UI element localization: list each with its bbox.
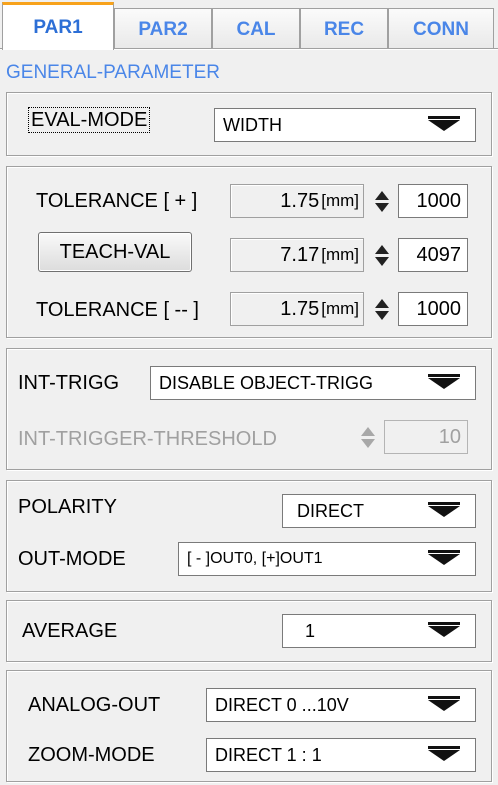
chevron-down-icon[interactable]: [413, 689, 475, 721]
average-value: 1: [305, 620, 316, 641]
tab-label: REC: [323, 18, 365, 40]
zoom-mode-label: ZOOM-MODE: [28, 744, 155, 766]
chevron-down-icon[interactable]: [413, 615, 475, 647]
tolerance-plus-readout: 1.75 [mm]: [230, 184, 364, 218]
chevron-down-icon[interactable]: [413, 543, 475, 575]
teach-spinner-icon[interactable]: [374, 238, 390, 272]
int-trigg-select[interactable]: DISABLE OBJECT-TRIGG: [150, 366, 476, 400]
unit-label: [mm]: [321, 299, 359, 318]
unit-label: [mm]: [321, 245, 359, 264]
teach-readout: 7.17 [mm]: [230, 238, 364, 272]
analog-out-label: ANALOG-OUT: [28, 694, 161, 716]
teach-val-button[interactable]: TEACH-VAL: [38, 232, 192, 272]
tab-par2[interactable]: PAR2: [114, 8, 212, 50]
tab-label: PAR2: [138, 18, 188, 40]
unit-label: [mm]: [321, 191, 359, 210]
int-trigg-label: INT-TRIGG: [18, 372, 120, 394]
out-mode-label: OUT-MODE: [18, 548, 126, 570]
out-mode-value: [ - ]OUT0, [+]OUT1: [187, 550, 323, 567]
teach-val-button-label: TEACH-VAL: [59, 240, 171, 263]
zoom-mode-select[interactable]: DIRECT 1 : 1: [206, 738, 476, 772]
eval-mode-select[interactable]: WIDTH: [214, 108, 476, 142]
analog-out-select[interactable]: DIRECT 0 ...10V: [206, 688, 476, 722]
analog-out-value: DIRECT 0 ...10V: [215, 694, 349, 715]
average-select[interactable]: 1: [282, 614, 476, 648]
tab-label: PAR1: [33, 16, 83, 38]
tab-conn[interactable]: CONN: [388, 8, 494, 50]
polarity-value: DIRECT: [297, 500, 364, 521]
eval-mode-label: EVAL-MODE: [28, 107, 151, 133]
tab-rec[interactable]: REC: [300, 8, 388, 50]
tab-cal[interactable]: CAL: [212, 8, 300, 50]
chevron-down-icon[interactable]: [413, 367, 475, 399]
int-trigg-value: DISABLE OBJECT-TRIGG: [159, 372, 374, 393]
eval-mode-label-text: EVAL-MODE: [28, 107, 151, 133]
out-mode-select[interactable]: [ - ]OUT0, [+]OUT1: [178, 542, 476, 576]
chevron-down-icon[interactable]: [413, 109, 475, 141]
tab-label: CAL: [236, 18, 276, 40]
tolerance-minus-readout: 1.75 [mm]: [230, 292, 364, 326]
polarity-select[interactable]: DIRECT: [282, 494, 476, 528]
chevron-down-icon[interactable]: [413, 495, 475, 527]
eval-mode-value: WIDTH: [223, 114, 282, 135]
teach-value: 7.17: [280, 243, 320, 266]
average-label: AVERAGE: [22, 620, 118, 642]
polarity-label: POLARITY: [18, 496, 117, 518]
zoom-mode-value: DIRECT 1 : 1: [215, 744, 322, 765]
tolerance-minus-raw-input[interactable]: 1000: [398, 292, 468, 326]
int-trigger-threshold-label: INT-TRIGGER-THRESHOLD: [18, 428, 277, 450]
int-trigger-threshold-input: 10: [384, 420, 468, 454]
tolerance-minus-label: TOLERANCE [ -- ]: [36, 299, 199, 321]
tolerance-minus-value: 1.75: [280, 297, 320, 320]
chevron-down-icon[interactable]: [413, 739, 475, 771]
tolerance-minus-spinner-icon[interactable]: [374, 292, 390, 326]
tolerance-plus-raw-input[interactable]: 1000: [398, 184, 468, 218]
tab-par1[interactable]: PAR1: [2, 2, 114, 50]
tab-label: CONN: [413, 18, 469, 40]
teach-raw-input[interactable]: 4097: [398, 238, 468, 272]
section-title: GENERAL-PARAMETER: [6, 62, 220, 83]
tolerance-plus-label: TOLERANCE [ + ]: [36, 190, 198, 212]
tolerance-plus-spinner-icon[interactable]: [374, 184, 390, 218]
tolerance-plus-value: 1.75: [280, 189, 320, 212]
threshold-spinner-icon: [360, 420, 376, 454]
